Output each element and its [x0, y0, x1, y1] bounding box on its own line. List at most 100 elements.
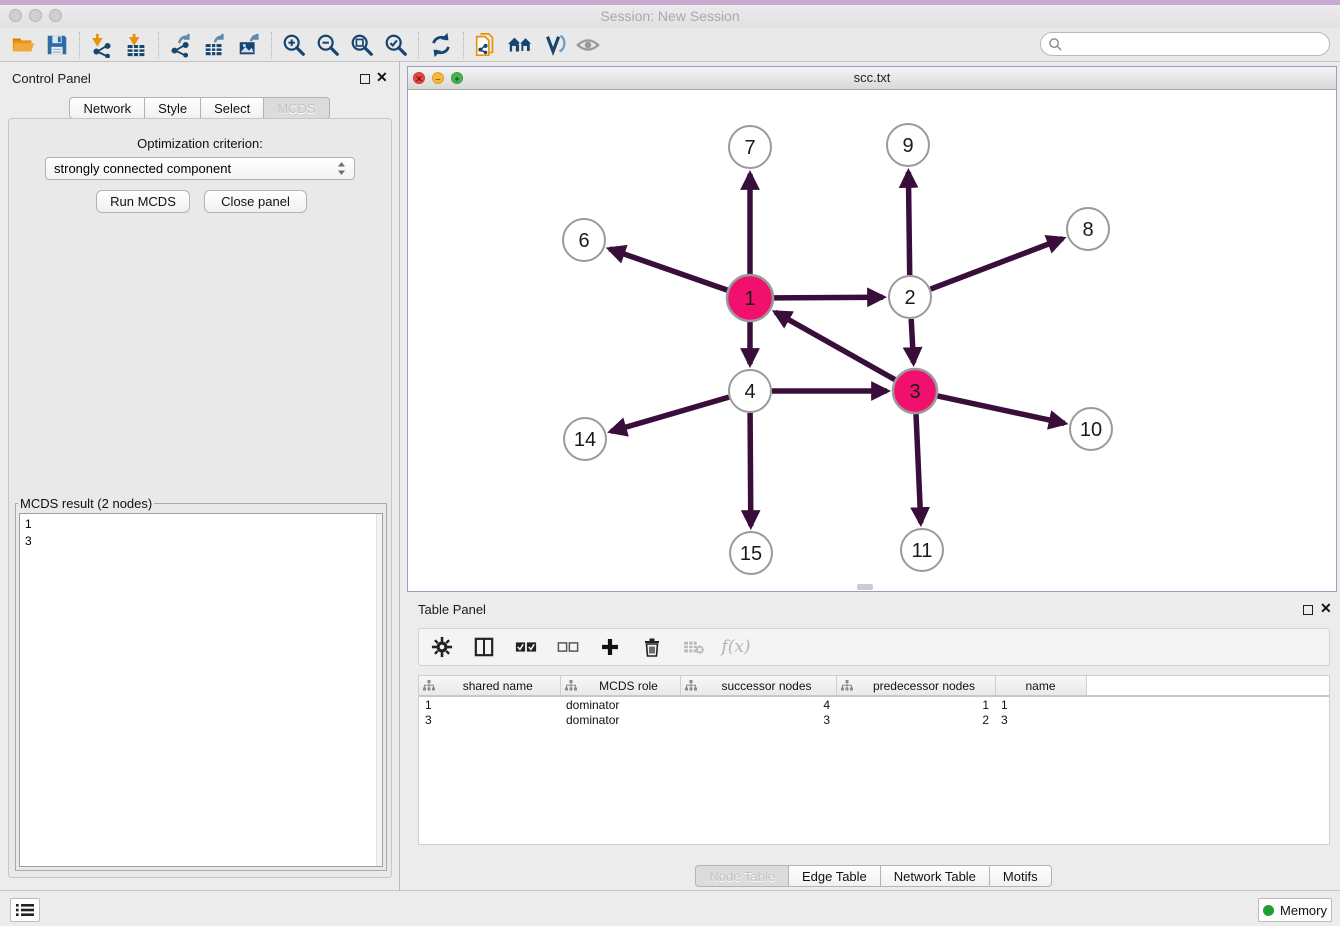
float-table-panel-icon[interactable] [1303, 605, 1313, 615]
attribute-icon [841, 680, 853, 691]
network-from-file-icon[interactable] [469, 30, 503, 60]
table-cell[interactable]: 1 [836, 696, 995, 712]
zoom-fit-icon[interactable] [345, 30, 379, 60]
canvas-hscrollbar-thumb[interactable] [857, 584, 873, 590]
node-table: shared nameMCDS rolesuccessor nodesprede… [418, 675, 1330, 845]
attribute-icon [423, 680, 435, 691]
search-input[interactable] [1063, 37, 1329, 52]
column-header-filler [1086, 676, 1329, 696]
result-scrollbar[interactable] [376, 514, 382, 866]
criterion-select[interactable]: strongly connected component [45, 157, 355, 180]
optimization-criterion-label: Optimization criterion: [9, 136, 391, 151]
tab-edge-table[interactable]: Edge Table [788, 865, 880, 887]
graph-edge-1-6[interactable] [610, 249, 728, 290]
mcds-result-group: MCDS result (2 nodes) 13 [15, 496, 387, 871]
graph-edge-3-1[interactable] [775, 312, 895, 380]
stepper-arrows-icon [337, 161, 346, 176]
table-cell[interactable]: 4 [680, 696, 836, 712]
deselect-all-columns-icon[interactable] [555, 634, 581, 660]
import-table-icon[interactable] [119, 30, 153, 60]
graph-edge-4-14[interactable] [611, 397, 729, 431]
graph-node-label: 4 [744, 381, 755, 403]
table-panel-title: Table Panel [418, 602, 486, 617]
tab-select[interactable]: Select [200, 97, 263, 119]
column-header-predecessor-nodes[interactable]: predecessor nodes [836, 676, 995, 696]
tab-motifs[interactable]: Motifs [989, 865, 1052, 887]
tab-style[interactable]: Style [144, 97, 200, 119]
run-mcds-button[interactable]: Run MCDS [96, 190, 190, 213]
graph-node-label: 2 [904, 287, 915, 309]
style-vizmapper-icon[interactable] [537, 30, 571, 60]
graph-edge-4-15[interactable] [750, 413, 751, 526]
column-header-mcds-role[interactable]: MCDS role [560, 676, 680, 696]
graph-edge-3-11[interactable] [916, 414, 921, 523]
graph-node-label: 9 [902, 135, 913, 157]
network-canvas[interactable]: 1234678910111415 [408, 90, 1336, 591]
toggle-columns-icon[interactable] [471, 634, 497, 660]
network-window-titlebar[interactable]: ✕ – + scc.txt [408, 67, 1336, 90]
zoom-selected-icon[interactable] [379, 30, 413, 60]
tab-mcds[interactable]: MCDS [263, 97, 329, 119]
zoom-out-icon[interactable] [311, 30, 345, 60]
table-row[interactable]: 1dominator411 [419, 696, 1329, 712]
graph-edge-3-10[interactable] [938, 396, 1065, 423]
search-box[interactable] [1040, 32, 1330, 56]
table-cell[interactable]: 2 [836, 712, 995, 728]
control-panel-title: Control Panel [12, 71, 91, 86]
table-panel: Table Panel ✕ [407, 595, 1340, 890]
table-cell[interactable]: 3 [680, 712, 836, 728]
graph-node-label: 11 [912, 540, 933, 562]
graph-node-label: 10 [1080, 419, 1102, 441]
search-icon [1048, 37, 1063, 52]
graph-node-label: 6 [578, 230, 589, 252]
close-panel-icon[interactable]: ✕ [376, 69, 388, 86]
float-panel-icon[interactable] [360, 74, 370, 84]
main-toolbar [0, 28, 1340, 62]
import-network-icon[interactable] [85, 30, 119, 60]
zoom-in-icon[interactable] [277, 30, 311, 60]
column-header-name[interactable]: name [995, 676, 1086, 696]
export-network-icon[interactable] [164, 30, 198, 60]
memory-button[interactable]: Memory [1258, 898, 1332, 922]
table-row[interactable]: 3dominator323 [419, 712, 1329, 728]
memory-status-icon [1263, 905, 1274, 916]
criterion-value: strongly connected component [54, 161, 337, 176]
table-cell[interactable]: 3 [995, 712, 1086, 728]
memory-label: Memory [1280, 903, 1327, 918]
graph-edge-2-3[interactable] [911, 319, 913, 363]
close-table-panel-icon[interactable]: ✕ [1320, 600, 1332, 617]
open-session-icon[interactable] [6, 30, 40, 60]
column-header-successor-nodes[interactable]: successor nodes [680, 676, 836, 696]
mcds-result-title: MCDS result (2 nodes) [18, 496, 154, 511]
table-cell[interactable]: 1 [419, 696, 560, 712]
select-all-columns-icon[interactable] [513, 634, 539, 660]
table-cell[interactable]: dominator [560, 712, 680, 728]
table-cell[interactable]: 1 [995, 696, 1086, 712]
apply-layout-icon[interactable] [424, 30, 458, 60]
graph-edge-2-8[interactable] [931, 239, 1063, 290]
export-image-icon[interactable] [232, 30, 266, 60]
graph-edge-2-9[interactable] [908, 172, 909, 275]
result-line: 1 [25, 516, 377, 533]
export-table-icon[interactable] [198, 30, 232, 60]
graph-edge-1-2[interactable] [774, 297, 883, 298]
delete-columns-icon[interactable] [639, 634, 665, 660]
tab-network-table[interactable]: Network Table [880, 865, 989, 887]
table-settings-icon[interactable] [429, 634, 455, 660]
show-panels-menu-button[interactable] [10, 898, 40, 922]
tab-node-table[interactable]: Node Table [695, 865, 788, 887]
application-window: Session: New Session [0, 0, 1340, 926]
network-overview-icon[interactable] [503, 30, 537, 60]
close-panel-button[interactable]: Close panel [204, 190, 307, 213]
mcds-result-list[interactable]: 13 [19, 513, 383, 867]
add-column-icon[interactable] [597, 634, 623, 660]
save-session-icon[interactable] [40, 30, 74, 60]
tab-network[interactable]: Network [69, 97, 144, 119]
control-panel-tabs: Network Style Select MCDS [0, 97, 399, 119]
graph-node-label: 8 [1082, 219, 1093, 241]
show-hide-graphics-icon[interactable] [571, 30, 605, 60]
table-cell[interactable]: dominator [560, 696, 680, 712]
column-header-shared-name[interactable]: shared name [419, 676, 560, 696]
table-cell[interactable]: 3 [419, 712, 560, 728]
control-panel: Control Panel ✕ Network Style Select MCD… [0, 62, 400, 890]
